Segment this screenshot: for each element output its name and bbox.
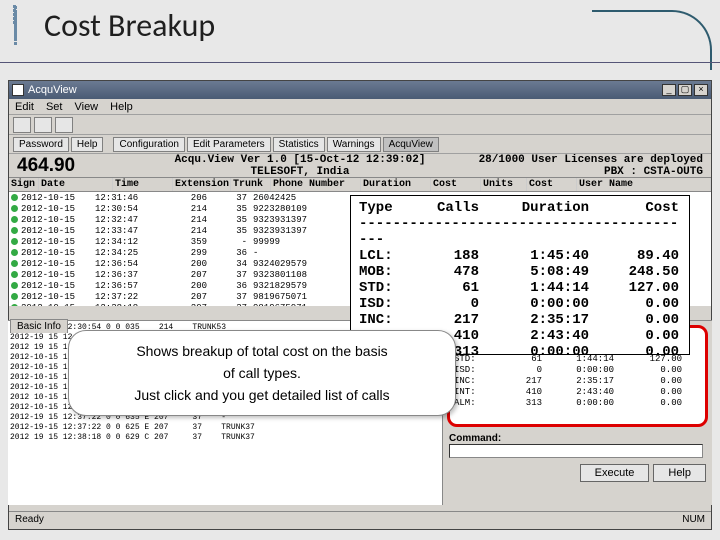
header-area: 464.90 Acqu.View Ver 1.0 [15-Oct-12 12:3… [9,154,711,178]
menu-set[interactable]: Set [46,101,63,113]
col-duration: Duration [361,178,431,191]
decoration-curve [592,10,712,70]
column-headers: Sign Date Time Extension Trunk Phone Num… [9,178,711,192]
col-username: User Name [577,178,711,191]
overlay-col-cost: Cost [589,200,679,216]
tab-help[interactable]: Help [71,137,104,152]
licenses-text: 28/1000 User Licenses are deployed [429,154,703,166]
tab-acquview[interactable]: AcquView [383,137,439,152]
callout-line2: of call types. [223,362,301,384]
decoration-dots [12,4,17,25]
menu-view[interactable]: View [74,101,98,113]
explanation-callout: Shows breakup of total cost on the basis… [68,330,456,416]
overlay-row: INC:2172:35:170.00 [359,312,681,328]
tab-statistics[interactable]: Statistics [273,137,325,152]
col-cost: Cost [431,178,481,191]
menu-edit[interactable]: Edit [15,101,34,113]
overlay-row: LCL:1881:45:4089.40 [359,248,681,264]
title-underline [0,62,720,63]
list-item[interactable]: 2012-19-15 12:37:22 0 0 625 E 207 37 TRU… [10,423,440,433]
command-input[interactable] [449,444,703,458]
menu-help[interactable]: Help [110,101,133,113]
col-trunk: Trunk [231,178,271,191]
window-title: AcquView [28,84,77,96]
overlay-row: MOB:4785:08:49248.50 [359,264,681,280]
status-num: NUM [682,514,705,525]
tab-password[interactable]: Password [13,137,69,152]
total-cost-value: 464.90 [9,155,75,177]
col-date: Date [39,178,113,191]
page-title: Cost Breakup [44,6,215,45]
maximize-button[interactable]: ▢ [678,84,692,96]
col-cost2: Cost [527,178,577,191]
summary-row[interactable]: ISD:00:00:000.00 [454,365,701,376]
pbx-text: PBX : CSTA-OUTG [429,166,703,178]
list-item[interactable]: 2012 19 15 12:38:18 0 0 629 C 207 37 TRU… [10,433,440,443]
command-label: Command: [449,433,706,444]
summary-row[interactable]: INT:4102:43:400.00 [454,387,701,398]
toolbar-icons [9,115,711,135]
summary-row[interactable]: ALM:3130:00:000.00 [454,398,701,409]
callout-line3: Just click and you get detailed list of … [134,384,389,406]
tab-configuration[interactable]: Configuration [113,137,184,152]
overlay-col-type: Type [359,200,409,216]
callout-line1: Shows breakup of total cost on the basis [136,340,387,362]
tab-edit-parameters[interactable]: Edit Parameters [187,137,271,152]
menubar: Edit Set View Help [9,99,711,115]
version-text: Acqu.View Ver 1.0 [15-Oct-12 12:39:02] [171,154,429,166]
print-icon[interactable] [55,117,73,133]
col-time: Time [113,178,173,191]
execute-button[interactable]: Execute [580,464,650,482]
overlay-col-calls: Calls [409,200,479,216]
minimize-button[interactable]: _ [662,84,676,96]
overlay-row: STD:611:44:14127.00 [359,280,681,296]
titlebar: AcquView _ ▢ × [9,81,711,99]
col-units: Units [481,178,527,191]
col-phone: Phone Number [271,178,361,191]
save-icon[interactable] [34,117,52,133]
col-extension: Extension [173,178,231,191]
overlay-divider: ----------------------------------------… [359,216,681,248]
close-button[interactable]: × [694,84,708,96]
tab-basic-info[interactable]: Basic Info [10,319,68,333]
statusbar: Ready NUM [9,511,711,527]
help-button[interactable]: Help [653,464,706,482]
col-sign: Sign [9,178,39,191]
open-icon[interactable] [13,117,31,133]
status-ready: Ready [15,514,44,525]
app-icon [12,84,24,96]
overlay-row: ISD:00:00:000.00 [359,296,681,312]
overlay-col-duration: Duration [479,200,589,216]
company-text: TELESOFT, India [171,166,429,178]
summary-row[interactable]: INC:2172:35:170.00 [454,376,701,387]
tab-warnings[interactable]: Warnings [327,137,381,152]
toolbar-tabs: Password Help Configuration Edit Paramet… [9,135,711,154]
